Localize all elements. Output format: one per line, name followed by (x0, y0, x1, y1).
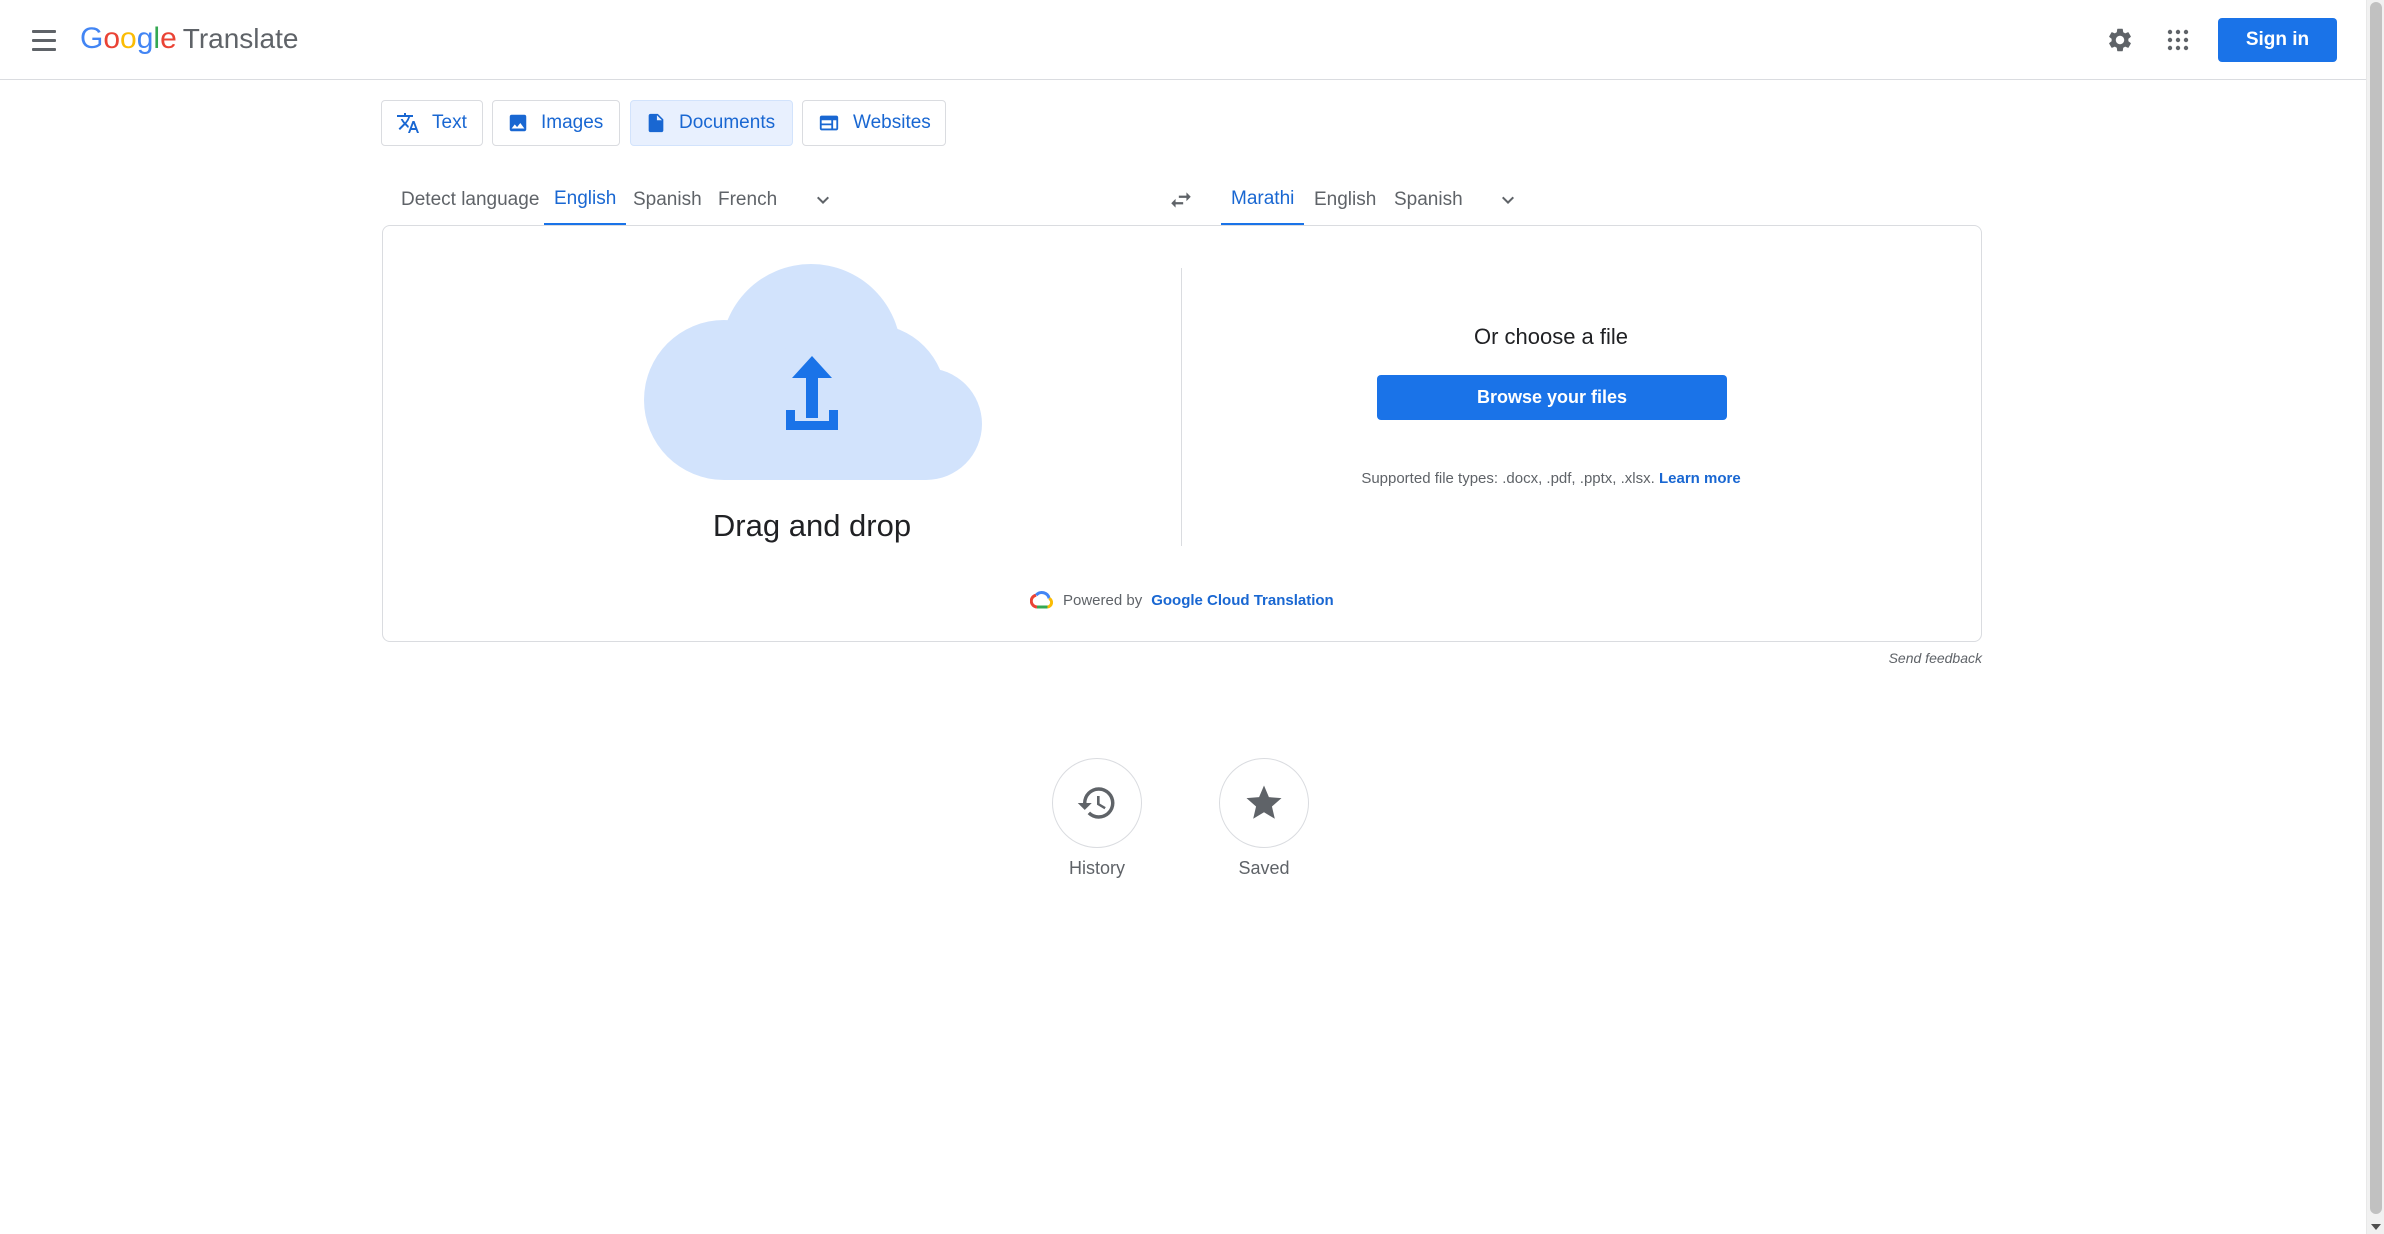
learn-more-link[interactable]: Learn more (1659, 470, 1741, 487)
send-feedback-link[interactable]: Send feedback (1782, 650, 1982, 666)
tab-websites[interactable]: Websites (802, 100, 946, 146)
browse-files-button[interactable]: Browse your files (1377, 375, 1727, 420)
drag-drop-zone[interactable] (636, 264, 988, 480)
hamburger-menu-icon[interactable] (22, 20, 66, 60)
source-lang-french[interactable]: French (708, 174, 787, 226)
target-lang-marathi[interactable]: Marathi (1221, 174, 1305, 226)
panel-divider (1181, 268, 1182, 546)
website-icon (819, 115, 839, 131)
tab-text[interactable]: Text (381, 100, 483, 146)
target-lang-english[interactable]: English (1304, 174, 1386, 226)
top-app-bar: Google Translate Sign in (0, 0, 2366, 80)
sign-in-button[interactable]: Sign in (2218, 18, 2337, 62)
tab-images[interactable]: Images (492, 100, 620, 146)
scroll-down-arrow-icon[interactable] (2371, 1224, 2381, 1230)
logo-letter: o (120, 22, 137, 55)
google-translate-logo[interactable]: Google Translate (80, 22, 298, 56)
supported-file-types: Supported file types: .docx, .pdf, .pptx… (1251, 470, 1851, 487)
history-button[interactable] (1052, 758, 1142, 848)
powered-by: Powered by Google Cloud Translation (1030, 589, 1334, 611)
translate-icon (397, 113, 419, 133)
history-label: History (1068, 858, 1125, 878)
document-upload-panel (382, 225, 1982, 642)
source-lang-detect[interactable]: Detect language (391, 174, 549, 226)
target-lang-spanish[interactable]: Spanish (1384, 174, 1473, 226)
target-more-languages-chevron-down-icon[interactable] (1486, 178, 1530, 222)
cloud-upload-icon (644, 264, 982, 480)
tab-label: Documents (679, 112, 776, 133)
tab-documents[interactable]: Documents (630, 100, 793, 146)
logo-letter: g (136, 22, 154, 55)
apps-grid-icon[interactable] (2158, 20, 2198, 60)
swap-arrows-icon[interactable] (1159, 178, 1203, 222)
supported-file-types-text: Supported file types: .docx, .pdf, .pptx… (1361, 470, 1655, 487)
tab-label: Text (432, 112, 467, 133)
google-wordmark: Google (80, 22, 177, 56)
powered-by-label: Powered by (1063, 591, 1143, 609)
image-icon (509, 114, 527, 132)
vertical-scrollbar[interactable] (2366, 0, 2384, 1234)
logo-product-name: Translate (182, 23, 299, 54)
gear-icon[interactable] (2100, 20, 2140, 60)
source-more-languages-chevron-down-icon[interactable] (801, 178, 845, 222)
tab-label: Websites (853, 112, 931, 133)
choose-file-heading: Or choose a file (1473, 324, 1629, 349)
history-icon (1077, 787, 1115, 819)
google-cloud-translation-link[interactable]: Google Cloud Translation (1151, 592, 1334, 609)
source-lang-english[interactable]: English (544, 174, 627, 226)
saved-button[interactable] (1219, 758, 1309, 848)
logo-letter: o (103, 22, 121, 55)
source-lang-spanish[interactable]: Spanish (623, 174, 712, 226)
saved-label: Saved (1238, 858, 1290, 878)
logo-letter: e (160, 22, 177, 55)
drag-and-drop-label: Drag and drop (712, 508, 912, 543)
document-icon (648, 113, 664, 133)
tab-label: Images (541, 112, 604, 133)
scrollbar-thumb[interactable] (2370, 2, 2382, 1214)
google-cloud-logo-icon (1030, 591, 1054, 609)
star-icon (1246, 785, 1282, 819)
logo-letter: G (80, 22, 104, 55)
